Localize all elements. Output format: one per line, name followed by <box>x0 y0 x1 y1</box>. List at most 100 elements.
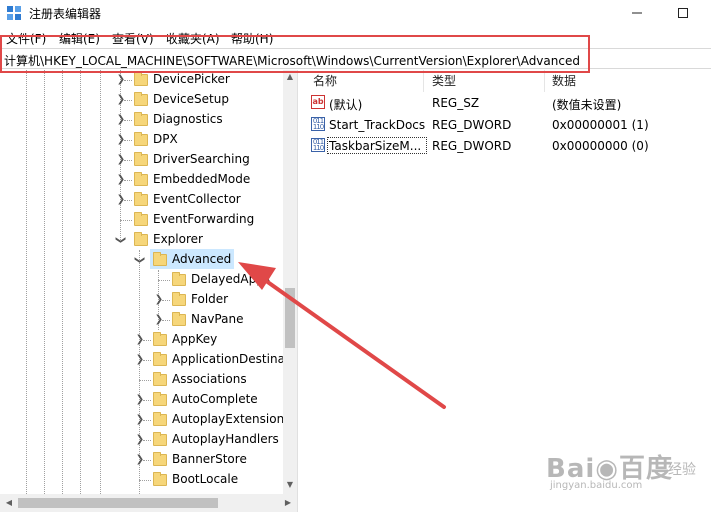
watermark-suffix: 经验 <box>668 462 696 478</box>
tree-item-devicesetup[interactable]: ❯ DeviceSetup <box>0 90 283 110</box>
tree-item-folder[interactable]: ❯ Folder <box>0 290 283 310</box>
address-path[interactable]: 计算机\HKEY_LOCAL_MACHINE\SOFTWARE\Microsof… <box>4 52 580 69</box>
column-divider[interactable] <box>423 70 424 92</box>
tree-item-appkey[interactable]: ❯ AppKey <box>0 330 283 350</box>
tree-horizontal-scrollbar[interactable]: ◀ ▶ <box>0 494 297 512</box>
folder-icon <box>172 292 186 306</box>
folder-icon <box>134 152 148 166</box>
column-header-type[interactable]: 类型 <box>432 72 456 89</box>
tree-item-label: Folder <box>191 292 229 306</box>
tree-item-devicepicker[interactable]: ❯ DevicePicker <box>0 70 283 90</box>
scroll-down-icon[interactable]: ▼ <box>283 480 297 489</box>
tree-item-label: NavPane <box>191 312 244 326</box>
folder-icon <box>134 92 148 106</box>
tree-item-navpane[interactable]: ❯ NavPane <box>0 310 283 330</box>
folder-open-icon <box>153 252 167 266</box>
binary-value-icon: 011 110 <box>311 117 325 131</box>
tree-item-diagnostics[interactable]: ❯ Diagnostics <box>0 110 283 130</box>
tree-item-bootlocale[interactable]: BootLocale <box>0 470 283 490</box>
menu-help[interactable]: 帮助(H) <box>231 30 273 47</box>
tree-item-associations[interactable]: Associations <box>0 370 283 390</box>
folder-icon <box>134 112 148 126</box>
maximize-button[interactable] <box>660 0 706 26</box>
menu-favorites[interactable]: 收藏夹(A) <box>166 30 220 47</box>
tree-item-label: BannerStore <box>172 452 247 466</box>
tree-item-bannerstore[interactable]: ❯ BannerStore <box>0 450 283 470</box>
title-bar: 注册表编辑器 <box>0 0 711 26</box>
scroll-up-icon[interactable]: ▲ <box>283 72 297 81</box>
tree-item-explorer[interactable]: ❯ Explorer <box>0 230 283 250</box>
binary-value-icon: 011 110 <box>311 138 325 152</box>
maximize-icon <box>678 8 688 18</box>
folder-icon <box>134 232 148 246</box>
value-data: 0x00000001 (1) <box>552 118 649 132</box>
scroll-thumb[interactable] <box>285 288 295 348</box>
value-row[interactable]: 011 110 TaskbarSizeM... REG_DWORD 0x00000… <box>305 136 711 157</box>
tree-item-label: DeviceSetup <box>153 92 229 106</box>
folder-icon <box>172 272 186 286</box>
tree-item-autoplayhandlers[interactable]: ❯ AutoplayHandlers <box>0 430 283 450</box>
menu-view[interactable]: 查看(V) <box>112 30 154 47</box>
tree-item-label: ApplicationDestinations <box>172 352 297 366</box>
value-name: Start_TrackDocs <box>329 118 426 132</box>
collapse-chevron-icon[interactable]: ❯ <box>129 255 149 265</box>
tree-item-label: Diagnostics <box>153 112 223 126</box>
tree-item-label: Explorer <box>153 232 203 246</box>
tree-item-eventforwarding[interactable]: EventForwarding <box>0 210 283 230</box>
values-list-pane[interactable]: 名称 类型 数据 ab (默认) REG_SZ (数值未设置) 011 110 S… <box>305 70 711 512</box>
value-type: REG_DWORD <box>432 139 512 153</box>
tree-item-label: AutoComplete <box>172 392 258 406</box>
column-divider[interactable] <box>544 70 545 92</box>
tree-item-embeddedmode[interactable]: ❯ EmbeddedMode <box>0 170 283 190</box>
tree-item-advanced[interactable]: ❯ Advanced <box>0 250 283 270</box>
scroll-left-icon[interactable]: ◀ <box>2 498 16 507</box>
menu-edit[interactable]: 编辑(E) <box>59 30 100 47</box>
tree-item-autoplayextensions[interactable]: ❯ AutoplayExtensions <box>0 410 290 430</box>
value-row[interactable]: ab (默认) REG_SZ (数值未设置) <box>305 94 711 115</box>
column-header-name[interactable]: 名称 <box>313 72 337 89</box>
folder-icon <box>153 432 167 446</box>
menu-file[interactable]: 文件(F) <box>6 30 46 47</box>
tree-item-dpx[interactable]: ❯ DPX <box>0 130 283 150</box>
tree-item-label: Advanced <box>172 252 232 266</box>
tree-item-autocomplete[interactable]: ❯ AutoComplete <box>0 390 283 410</box>
pane-splitter[interactable] <box>297 70 305 512</box>
tree-item-eventcollector[interactable]: ❯ EventCollector <box>0 190 283 210</box>
folder-icon <box>134 172 148 186</box>
tree-item-driversearching[interactable]: ❯ DriverSearching <box>0 150 283 170</box>
folder-icon <box>134 212 148 226</box>
hscroll-thumb[interactable] <box>18 498 218 508</box>
string-value-icon: ab <box>311 95 325 109</box>
scroll-right-icon[interactable]: ▶ <box>281 498 295 507</box>
folder-icon <box>134 192 148 206</box>
folder-icon <box>153 472 167 486</box>
value-row[interactable]: 011 110 Start_TrackDocs REG_DWORD 0x00000… <box>305 115 711 136</box>
tree-item-label: EmbeddedMode <box>153 172 251 186</box>
key-tree-pane[interactable]: ❯ DevicePicker ❯ DeviceSetup ❯ Diagnosti… <box>0 70 297 494</box>
value-data: (数值未设置) <box>552 98 622 112</box>
folder-icon <box>153 412 167 426</box>
tree-item-label: EventForwarding <box>153 212 255 226</box>
folder-icon <box>153 352 167 366</box>
address-bar[interactable]: 计算机\HKEY_LOCAL_MACHINE\SOFTWARE\Microsof… <box>0 48 711 69</box>
minimize-button[interactable] <box>614 0 660 26</box>
value-type: REG_DWORD <box>432 118 512 132</box>
tree-item-label: DevicePicker <box>153 72 230 86</box>
value-data: 0x00000000 (0) <box>552 139 649 153</box>
folder-icon <box>153 372 167 386</box>
tree-vertical-scrollbar[interactable]: ▲ ▼ <box>283 70 297 494</box>
folder-icon <box>153 452 167 466</box>
folder-icon <box>134 132 148 146</box>
column-header-data[interactable]: 数据 <box>552 72 576 89</box>
tree-item-label: AutoplayExtensions <box>172 412 291 426</box>
folder-icon <box>153 392 167 406</box>
tree-item-delayedapps[interactable]: DelayedApps <box>0 270 283 290</box>
folder-icon <box>134 72 148 86</box>
watermark-url: jingyan.baidu.com <box>550 480 643 491</box>
collapse-chevron-icon[interactable]: ❯ <box>110 235 130 245</box>
tree-item-applicationdestinations[interactable]: ❯ ApplicationDestinations <box>0 350 297 370</box>
value-name: (默认) <box>329 98 363 112</box>
menu-bar: 文件(F) 编辑(E) 查看(V) 收藏夹(A) 帮助(H) <box>0 26 711 48</box>
tree-item-label: DriverSearching <box>153 152 250 166</box>
tree-item-label: AppKey <box>172 332 218 346</box>
